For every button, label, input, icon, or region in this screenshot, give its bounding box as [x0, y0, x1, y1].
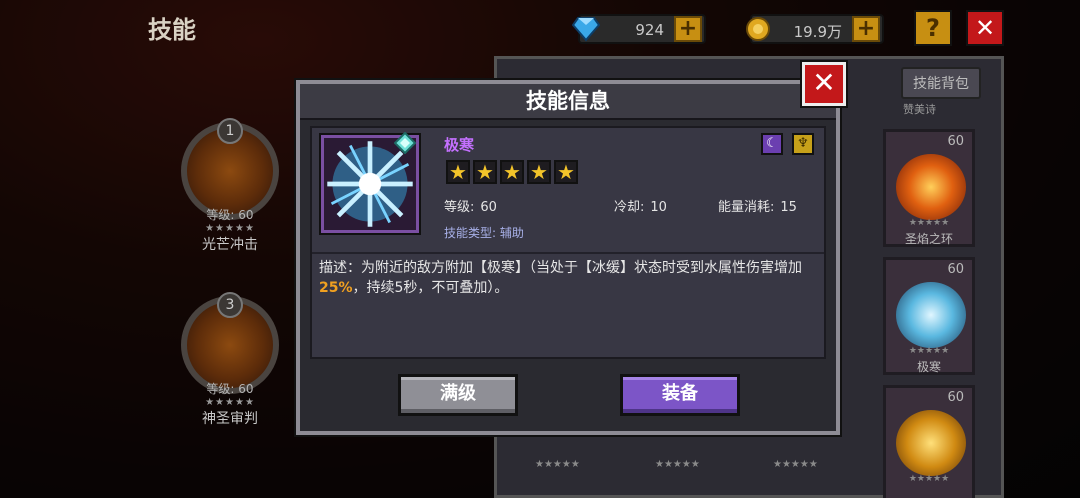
card-name: 圣焰之环 [904, 232, 953, 246]
star-icon: ★ [527, 160, 551, 184]
add-gems-button[interactable]: + [674, 16, 702, 42]
slot-number: 1 [217, 118, 243, 144]
description-highlight: 25% [319, 280, 353, 296]
star-icon: ★ [446, 160, 470, 184]
star-icon: ★ [554, 160, 578, 184]
partial-skill-name: 赞美诗 [903, 103, 936, 116]
inventory-card[interactable]: 60 ★★★★★ 圣焰之环 [883, 129, 975, 247]
card-stars: ★★★★★ [535, 459, 580, 470]
level-value: 60 [480, 200, 497, 215]
slot-level: 等级: 60 [206, 208, 254, 222]
cooldown-label: 冷却: [614, 200, 645, 215]
card-stars: ★★★★★ [908, 474, 950, 484]
skill-info-box: 极寒 ☾ ♆ ★ ★ ★ ★ ★ 等级: 60 冷却: 10 能量消耗: 15 技能类型: 辅… [310, 126, 826, 359]
card-name: 极寒 [916, 360, 941, 374]
skill-slot-1[interactable]: 1 等级: 60 ★★★★★ 光芒冲击 [175, 118, 285, 254]
card-level: 60 [947, 262, 964, 277]
description-text: 描述：为附近的敌方附加【极寒】（当处于【冰缓】状态时受到水属性伤害增加 [319, 260, 802, 276]
skill-attribute-icons: ☾ ♆ [757, 132, 814, 155]
card-level: 60 [947, 134, 964, 149]
page-title: 技能 [148, 16, 196, 44]
slot-stars: ★★★★★ [205, 223, 255, 234]
skill-slot-3[interactable]: 3 等级: 60 ★★★★★ 神圣审判 [175, 292, 285, 428]
skill-type: 技能类型: 辅助 [444, 226, 524, 240]
energy-cost-stat: 能量消耗: 15 [718, 196, 797, 215]
slot-level: 等级: 60 [206, 382, 254, 396]
star-icon: ★ [500, 160, 524, 184]
golden-crystal-icon [896, 410, 966, 476]
add-gold-button[interactable]: + [852, 16, 880, 42]
gold-currency: 19.9万 + [746, 14, 884, 44]
card-stars: ★★★★★ [908, 218, 950, 228]
slot-name: 光芒冲击 [202, 237, 258, 253]
skill-name: 极寒 [444, 136, 475, 154]
card-stars: ★★★★★ [655, 459, 700, 470]
inventory-card[interactable]: 60 ★★★★★ [883, 385, 975, 498]
cooldown-value: 10 [650, 200, 667, 215]
top-close-button[interactable]: ✕ [966, 10, 1004, 46]
skill-level-stat: 等级: 60 [444, 196, 497, 215]
equip-button[interactable]: 装备 [620, 374, 740, 416]
frost-burst-icon [896, 282, 966, 348]
diamond-icon [572, 17, 600, 42]
card-stars: ★★★★★ [773, 459, 818, 470]
slot-name: 神圣审判 [202, 411, 258, 427]
card-stars: ★★★★★ [908, 346, 950, 356]
tab-skill-bag[interactable]: 技能背包 [901, 67, 981, 99]
level-label: 等级: [444, 200, 475, 215]
energy-label: 能量消耗: [718, 200, 775, 215]
star-icon: ★ [473, 160, 497, 184]
help-button[interactable]: ? [914, 10, 952, 46]
dialog-title: 技能信息 [300, 84, 836, 120]
cooldown-stat: 冷却: 10 [614, 196, 667, 215]
flame-ring-icon [896, 154, 966, 220]
water-gem-icon [394, 132, 416, 154]
gem-currency: 924 + [572, 14, 706, 44]
coin-icon [746, 17, 770, 41]
shield-attribute-icon: ♆ [792, 133, 814, 155]
slot-number: 3 [217, 292, 243, 318]
gem-count: 924 [635, 21, 664, 39]
description-text-end: ，持续5秒，不可叠加）。 [352, 280, 509, 296]
skill-info-dialog: 技能信息 ✕ 极寒 ☾ ♆ ★ ★ ★ ★ ★ 等级: 60 冷却: 10 能量… [296, 62, 846, 435]
energy-value: 15 [780, 200, 797, 215]
slot-stars: ★★★★★ [205, 397, 255, 408]
skill-description: 描述：为附近的敌方附加【极寒】（当处于【冰缓】状态时受到水属性伤害增加 25%，持… [319, 258, 819, 298]
divider [312, 252, 824, 254]
dialog-close-button[interactable]: ✕ [802, 62, 846, 106]
card-level: 60 [947, 390, 964, 405]
skill-star-rating: ★ ★ ★ ★ ★ [446, 160, 581, 184]
moon-attribute-icon: ☾ [760, 133, 783, 155]
max-level-button[interactable]: 满级 [398, 374, 518, 416]
inventory-card[interactable]: 60 ★★★★★ 极寒 [883, 257, 975, 375]
gold-count: 19.9万 [793, 23, 842, 41]
